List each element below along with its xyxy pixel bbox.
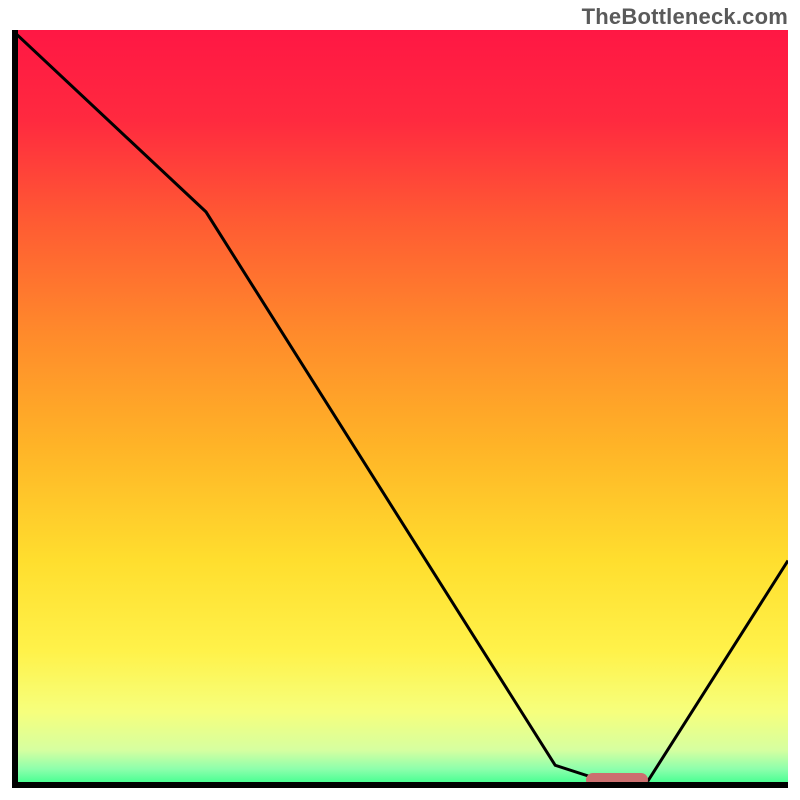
chart-svg [12, 30, 788, 788]
plot-area [12, 30, 788, 788]
watermark-text: TheBottleneck.com [582, 4, 788, 30]
optimal-zone-marker [586, 773, 648, 787]
chart-container: TheBottleneck.com [0, 0, 800, 800]
gradient-background [12, 30, 788, 788]
